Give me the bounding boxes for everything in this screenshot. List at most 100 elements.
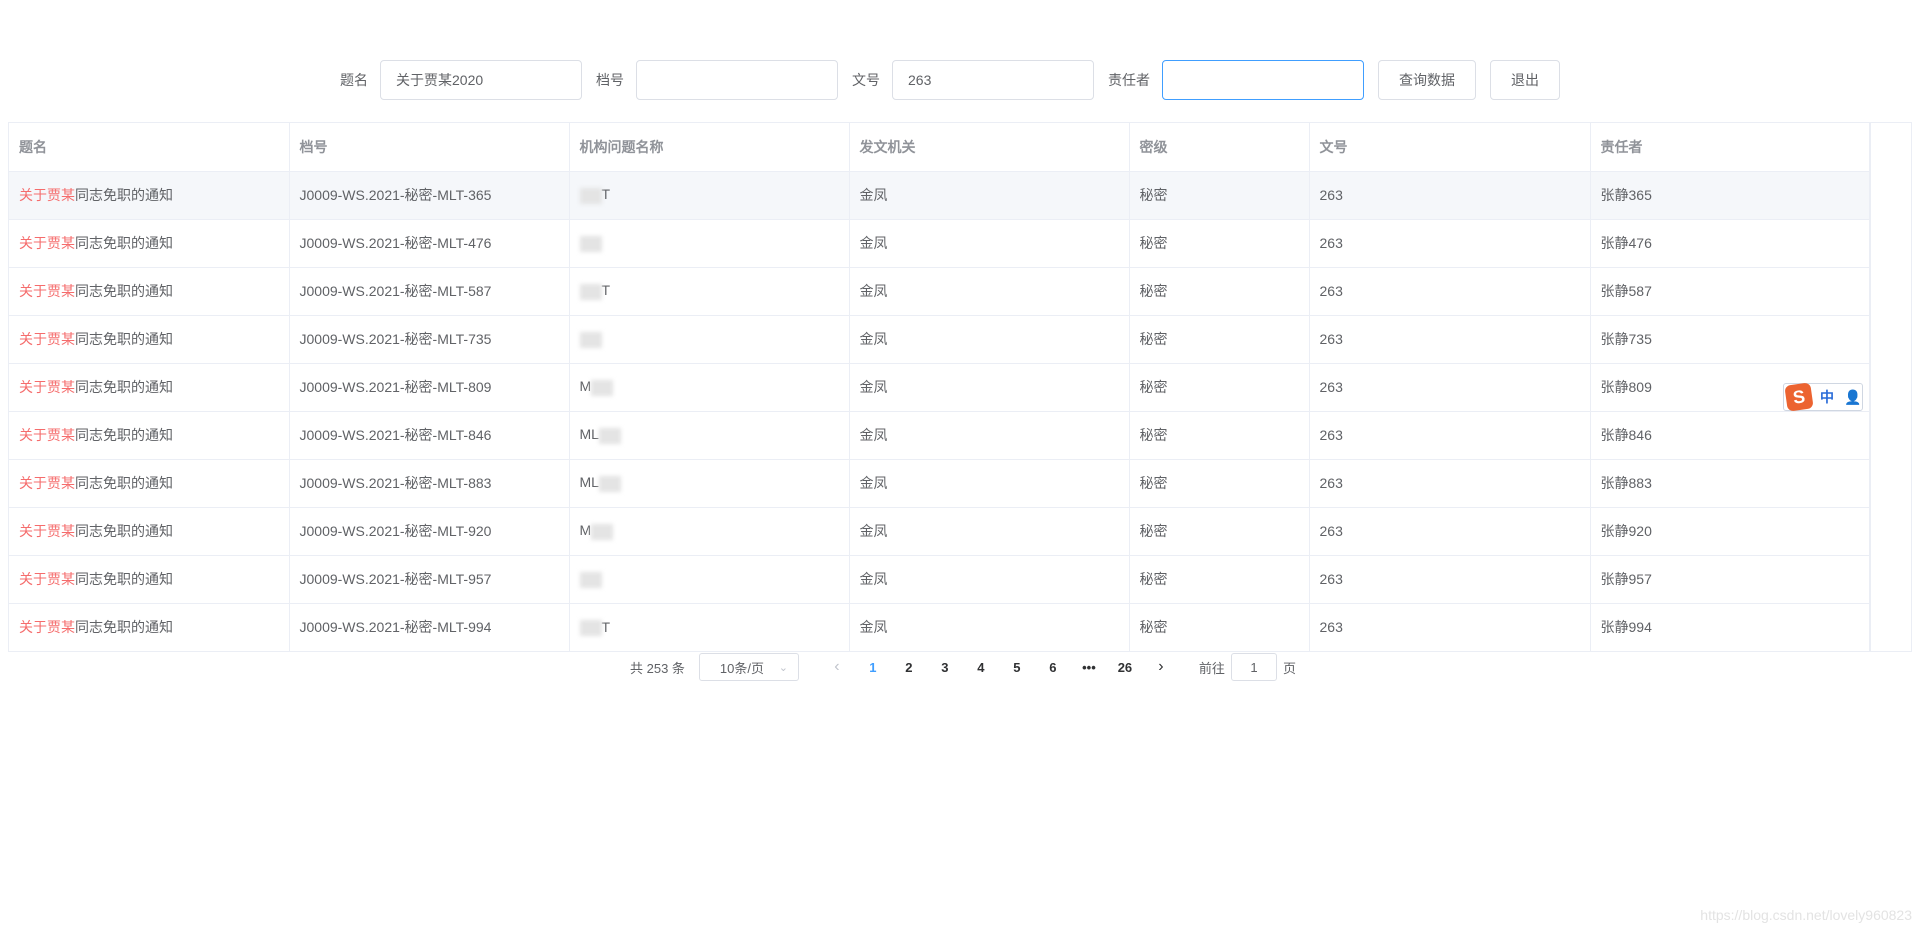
table-row[interactable]: 关于贾某同志免职的通知 J0009-WS.2021-秘密-MLT-846 ML 金凤秘…: [9, 411, 1871, 460]
cell-archive: J0009-WS.2021-秘密-MLT-883: [289, 459, 570, 508]
header-org[interactable]: 机构问题名称: [569, 123, 850, 172]
page-ellipsis[interactable]: •••: [1071, 653, 1107, 681]
doc-number-label: 文号: [852, 72, 880, 88]
cell-owner: 张静735: [1590, 315, 1871, 364]
title-rest: 同志免职的通知: [75, 283, 173, 299]
cell-doc-number: 263: [1309, 363, 1591, 412]
header-doc-number[interactable]: 文号: [1309, 123, 1591, 172]
cell-issuer: 金凤: [849, 219, 1130, 268]
cell-issuer: 金凤: [849, 267, 1130, 316]
doc-number-input[interactable]: [892, 60, 1094, 100]
cell-doc-number: 263: [1309, 603, 1591, 651]
table-row[interactable]: 关于贾某同志免职的通知 J0009-WS.2021-秘密-MLT-920 M 金凤 秘密…: [9, 507, 1871, 556]
table-row[interactable]: 关于贾某同志免职的通知 J0009-WS.2021-秘密-MLT-994 T 金凤 秘密…: [9, 603, 1871, 651]
table-header-row: 题名 档号 机构问题名称 发文机关 密级 文号 责任者: [9, 123, 1871, 172]
page-list: 1 2 3 4 5 6 ••• 26: [855, 653, 1143, 681]
cell-owner: 张静994: [1590, 603, 1871, 651]
cell-doc-number: 263: [1309, 315, 1591, 364]
cell-archive: J0009-WS.2021-秘密-MLT-365: [289, 171, 570, 220]
redacted-block: [579, 619, 602, 636]
page-number[interactable]: 1: [855, 653, 891, 681]
cell-org: [569, 219, 850, 268]
cell-issuer: 金凤: [849, 507, 1130, 556]
title-rest: 同志免职的通知: [75, 475, 173, 491]
header-level[interactable]: 密级: [1129, 123, 1310, 172]
header-title[interactable]: 题名: [9, 123, 290, 172]
title-rest: 同志免职的通知: [75, 331, 173, 347]
cell-archive: J0009-WS.2021-秘密-MLT-846: [289, 411, 570, 460]
page-number[interactable]: 5: [999, 653, 1035, 681]
table-row[interactable]: 关于贾某同志免职的通知 J0009-WS.2021-秘密-MLT-809 M 金凤 秘密…: [9, 363, 1871, 412]
cell-level: 秘密: [1129, 411, 1310, 460]
title-rest: 同志免职的通知: [75, 619, 173, 636]
title-highlight: 关于贾某: [19, 187, 75, 203]
cell-owner: 张静883: [1590, 459, 1871, 508]
header-owner[interactable]: 责任者: [1590, 123, 1871, 172]
table-row[interactable]: 关于贾某同志免职的通知 J0009-WS.2021-秘密-MLT-883 ML 金凤秘…: [9, 459, 1871, 508]
table-row[interactable]: 关于贾某同志免职的通知 J0009-WS.2021-秘密-MLT-957 金凤 秘密 2…: [9, 555, 1871, 604]
cell-doc-number: 263: [1309, 411, 1591, 460]
watermark: https://blog.csdn.net/lovely960823: [1700, 907, 1912, 923]
org-text: ML: [579, 426, 599, 443]
redacted-block: [579, 187, 602, 204]
title-input[interactable]: [380, 60, 582, 100]
cell-level: 秘密: [1129, 555, 1310, 604]
jump-prefix: 前往: [1198, 660, 1225, 676]
page-number[interactable]: 3: [927, 653, 963, 681]
table-row[interactable]: 关于贾某同志免职的通知 J0009-WS.2021-秘密-MLT-476 金凤 秘密 2…: [9, 219, 1871, 268]
prev-page-button[interactable]: ‹: [819, 653, 855, 681]
cell-org: [569, 555, 850, 604]
cell-org: T: [569, 171, 850, 220]
page-number[interactable]: 6: [1035, 653, 1071, 681]
cell-title: 关于贾某同志免职的通知: [9, 363, 290, 412]
title-rest: 同志免职的通知: [75, 379, 173, 395]
cell-archive: J0009-WS.2021-秘密-MLT-920: [289, 507, 570, 556]
table-row[interactable]: 关于贾某同志免职的通知 J0009-WS.2021-秘密-MLT-735 金凤 秘密 2…: [9, 315, 1871, 364]
cell-issuer: 金凤: [849, 171, 1130, 220]
cell-org: [569, 315, 850, 364]
cell-org: ML: [569, 459, 850, 508]
title-highlight: 关于贾某: [19, 523, 75, 539]
cell-level: 秘密: [1129, 459, 1310, 508]
next-page-button[interactable]: ›: [1143, 653, 1179, 681]
header-issuer[interactable]: 发文机关: [849, 123, 1130, 172]
page-number[interactable]: 2: [891, 653, 927, 681]
redacted-block: [591, 379, 614, 396]
page-size-value: 10条/页: [719, 660, 764, 676]
title-highlight: 关于贾某: [19, 379, 75, 395]
cell-level: 秘密: [1129, 603, 1310, 651]
chevron-left-icon: ‹: [834, 658, 840, 675]
cell-doc-number: 263: [1309, 507, 1591, 556]
user-icon[interactable]: 👤: [1844, 389, 1861, 406]
cell-org: T: [569, 267, 850, 316]
page-number[interactable]: 4: [963, 653, 999, 681]
redacted-block: [579, 571, 602, 588]
cell-title: 关于贾某同志免职的通知: [9, 411, 290, 460]
owner-input[interactable]: [1162, 60, 1364, 100]
jump-page-input[interactable]: [1230, 653, 1277, 681]
cell-title: 关于贾某同志免职的通知: [9, 219, 290, 268]
cell-owner: 张静920: [1590, 507, 1871, 556]
cell-issuer: 金凤: [849, 603, 1130, 651]
page-size-select[interactable]: 10条/页 ⌄: [698, 653, 799, 681]
cell-title: 关于贾某同志免职的通知: [9, 555, 290, 604]
org-text: M: [579, 522, 592, 539]
query-button[interactable]: 查询数据: [1378, 60, 1476, 100]
cell-doc-number: 263: [1309, 267, 1591, 316]
chevron-right-icon: ›: [1158, 658, 1164, 675]
ime-toolbar[interactable]: S 中 👤: [1783, 382, 1863, 412]
table-row[interactable]: 关于贾某同志免职的通知 J0009-WS.2021-秘密-MLT-587 T 金凤 秘密…: [9, 267, 1871, 316]
ime-mode-indicator[interactable]: 中: [1820, 387, 1834, 407]
cell-doc-number: 263: [1309, 459, 1591, 508]
page-number[interactable]: 26: [1107, 653, 1143, 681]
cell-title: 关于贾某同志免职的通知: [9, 171, 290, 220]
redacted-block: [598, 475, 621, 492]
results-table: 题名 档号 机构问题名称 发文机关 密级 文号 责任者 关于贾某同志免职的通知 J…: [8, 122, 1912, 652]
archive-input[interactable]: [636, 60, 838, 100]
redacted-block: [591, 523, 614, 540]
table-row[interactable]: 关于贾某同志免职的通知 J0009-WS.2021-秘密-MLT-365 T 金凤 秘密…: [9, 171, 1871, 220]
cell-title: 关于贾某同志免职的通知: [9, 507, 290, 556]
cell-owner: 张静365: [1590, 171, 1871, 220]
exit-button[interactable]: 退出: [1490, 60, 1560, 100]
header-archive[interactable]: 档号: [289, 123, 570, 172]
